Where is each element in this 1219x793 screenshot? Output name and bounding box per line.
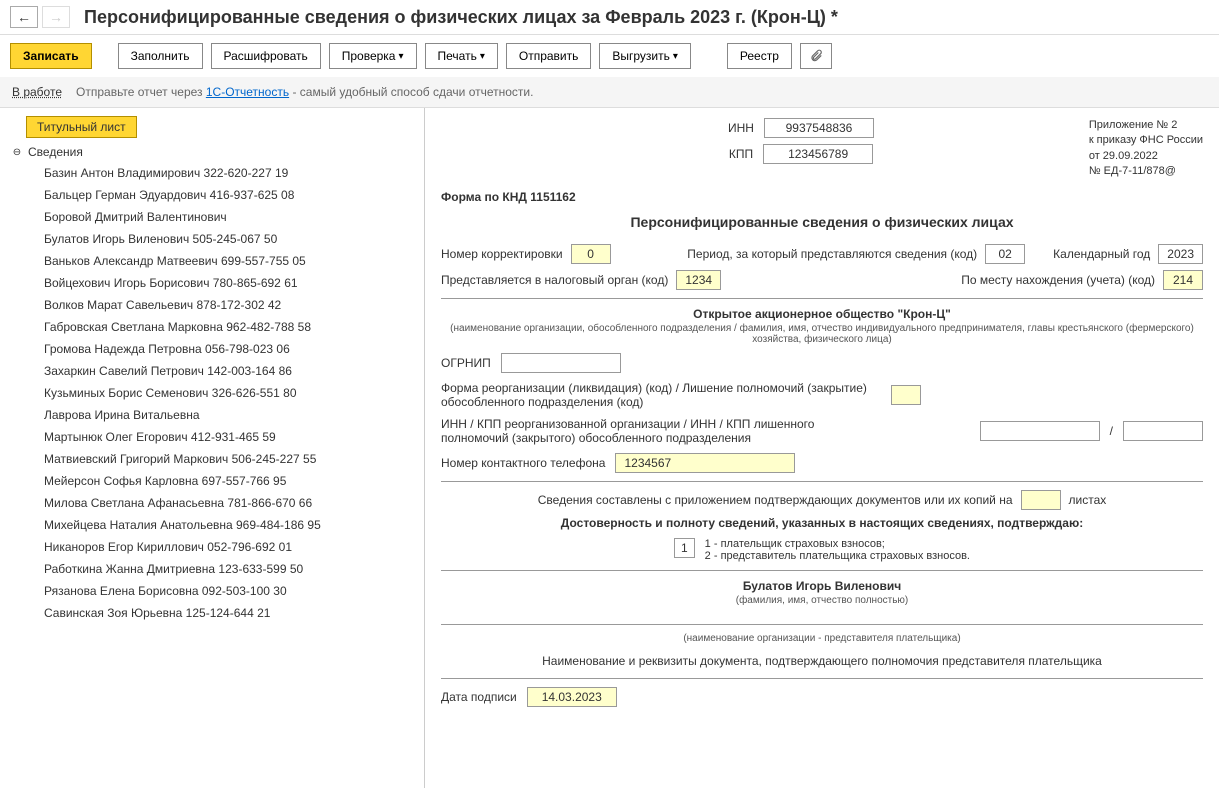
- list-item[interactable]: Милова Светлана Афанасьевна 781-866-670 …: [4, 492, 420, 514]
- send-button[interactable]: Отправить: [506, 43, 592, 69]
- list-item[interactable]: Мейерсон Софья Карловна 697-557-766 95: [4, 470, 420, 492]
- tab-title-sheet[interactable]: Титульный лист: [26, 116, 137, 138]
- reorg-field[interactable]: [891, 385, 921, 405]
- list-item[interactable]: Рязанова Елена Борисовна 092-503-100 30: [4, 580, 420, 602]
- list-item[interactable]: Ваньков Александр Матвеевич 699-557-755 …: [4, 250, 420, 272]
- form-area: ИНН 9937548836 КПП 123456789 Форма по КН…: [425, 108, 1219, 788]
- reorg-label: Форма реорганизации (ликвидация) (код) /…: [441, 381, 881, 409]
- list-item[interactable]: Матвиевский Григорий Маркович 506-245-22…: [4, 448, 420, 470]
- registry-button[interactable]: Реестр: [727, 43, 792, 69]
- tree-node-data[interactable]: ⊖ Сведения: [4, 142, 420, 162]
- confirm-title: Достоверность и полноту сведений, указан…: [441, 516, 1203, 530]
- sidebar: Титульный лист ⊖ Сведения Базин Антон Вл…: [0, 108, 425, 788]
- appendix-l2: к приказу ФНС России: [1089, 133, 1203, 148]
- sign-date-label: Дата подписи: [441, 690, 517, 704]
- period-field[interactable]: 02: [985, 244, 1025, 264]
- period-label: Период, за который представляются сведен…: [687, 247, 977, 261]
- confirm-num-field[interactable]: 1: [674, 538, 695, 558]
- org-name: Открытое акционерное общество "Крон-Ц": [441, 307, 1203, 321]
- appendix-l3: от 29.09.2022: [1089, 149, 1203, 164]
- paperclip-icon: [809, 49, 823, 63]
- appendix-info: Приложение № 2 к приказу ФНС России от 2…: [1089, 118, 1203, 180]
- decrypt-button[interactable]: Расшифровать: [211, 43, 321, 69]
- list-item[interactable]: Громова Надежда Петровна 056-798-023 06: [4, 338, 420, 360]
- confirm-opt2: 2 - представитель плательщика страховых …: [705, 550, 970, 562]
- org-hint: (наименование организации, обособленного…: [441, 323, 1203, 345]
- status-text-after: - самый удобный способ сдачи отчетности.: [289, 85, 533, 99]
- list-item[interactable]: Лаврова Ирина Витальевна: [4, 404, 420, 426]
- tax-label: Представляется в налоговый орган (код): [441, 273, 668, 287]
- list-item[interactable]: Захаркин Савелий Петрович 142-003-164 86: [4, 360, 420, 382]
- save-button[interactable]: Записать: [10, 43, 92, 69]
- attach-button[interactable]: [800, 43, 832, 69]
- sheets-field[interactable]: [1021, 490, 1061, 510]
- tax-field[interactable]: 1234: [676, 270, 721, 290]
- list-item[interactable]: Булатов Игорь Виленович 505-245-067 50: [4, 228, 420, 250]
- rep-hint: (наименование организации - представител…: [441, 633, 1203, 644]
- confirm-options: 1 - плательщик страховых взносов; 2 - пр…: [705, 538, 970, 562]
- list-item[interactable]: Бальцер Герман Эдуардович 416-937-625 08: [4, 184, 420, 206]
- list-item[interactable]: Михейцева Наталия Анатольевна 969-484-18…: [4, 514, 420, 536]
- kpp-label: КПП: [729, 147, 753, 161]
- tree-label-data: Сведения: [28, 145, 83, 159]
- doc-title: Персонифицированные сведения о физически…: [441, 214, 1203, 230]
- slash: /: [1110, 424, 1113, 438]
- year-field[interactable]: 2023: [1158, 244, 1203, 264]
- nav-forward-button: →: [42, 6, 70, 28]
- location-field[interactable]: 214: [1163, 270, 1203, 290]
- year-label: Календарный год: [1053, 247, 1150, 261]
- ogrnip-field[interactable]: [501, 353, 621, 373]
- list-item[interactable]: Савинская Зоя Юрьевна 125-124-644 21: [4, 602, 420, 624]
- confirm-opt1: 1 - плательщик страховых взносов;: [705, 538, 970, 550]
- inn-reorg-field[interactable]: [980, 421, 1100, 441]
- correction-field[interactable]: 0: [571, 244, 611, 264]
- location-label: По месту нахождения (учета) (код): [961, 273, 1155, 287]
- appendix-l4: № ЕД-7-11/878@: [1089, 164, 1203, 179]
- correction-label: Номер корректировки: [441, 247, 563, 261]
- page-title: Персонифицированные сведения о физически…: [84, 7, 838, 28]
- check-button[interactable]: Проверка: [329, 43, 417, 69]
- inn-kpp-reorg-label: ИНН / КПП реорганизованной организации /…: [441, 417, 881, 445]
- kpp-field[interactable]: 123456789: [763, 144, 873, 164]
- phone-field[interactable]: 1234567: [615, 453, 795, 473]
- list-item[interactable]: Войцехович Игорь Борисович 780-865-692 6…: [4, 272, 420, 294]
- sheets-after: листах: [1069, 493, 1107, 507]
- inn-label: ИНН: [728, 121, 754, 135]
- status-in-work[interactable]: В работе: [12, 85, 62, 99]
- status-hint: Отправьте отчет через 1С-Отчетность - са…: [76, 85, 533, 99]
- list-item[interactable]: Габровская Светлана Марковна 962-482-788…: [4, 316, 420, 338]
- signer-name: Булатов Игорь Виленович: [441, 579, 1203, 593]
- unload-button[interactable]: Выгрузить: [599, 43, 691, 69]
- signer-hint: (фамилия, имя, отчество полностью): [441, 595, 1203, 606]
- phone-label: Номер контактного телефона: [441, 456, 605, 470]
- ogrnip-label: ОГРНИП: [441, 356, 491, 370]
- kpp-reorg-field[interactable]: [1123, 421, 1203, 441]
- status-text-before: Отправьте отчет через: [76, 85, 206, 99]
- fill-button[interactable]: Заполнить: [118, 43, 203, 69]
- tree-collapse-icon[interactable]: ⊖: [10, 147, 24, 158]
- nav-back-button[interactable]: ←: [10, 6, 38, 28]
- list-item[interactable]: Никаноров Егор Кириллович 052-796-692 01: [4, 536, 420, 558]
- form-code: Форма по КНД 1151162: [441, 190, 1089, 204]
- list-item[interactable]: Работкина Жанна Дмитриевна 123-633-599 5…: [4, 558, 420, 580]
- sign-date-field[interactable]: 14.03.2023: [527, 687, 617, 707]
- list-item[interactable]: Кузьминых Борис Семенович 326-626-551 80: [4, 382, 420, 404]
- sheets-before: Сведения составлены с приложением подтве…: [538, 493, 1013, 507]
- print-button[interactable]: Печать: [425, 43, 498, 69]
- status-1c-link[interactable]: 1С-Отчетность: [206, 85, 289, 99]
- doc-req: Наименование и реквизиты документа, подт…: [441, 654, 1203, 668]
- list-item[interactable]: Волков Марат Савельевич 878-172-302 42: [4, 294, 420, 316]
- inn-field[interactable]: 9937548836: [764, 118, 874, 138]
- list-item[interactable]: Мартынюк Олег Егорович 412-931-465 59: [4, 426, 420, 448]
- list-item[interactable]: Базин Антон Владимирович 322-620-227 19: [4, 162, 420, 184]
- list-item[interactable]: Боровой Дмитрий Валентинович: [4, 206, 420, 228]
- appendix-l1: Приложение № 2: [1089, 118, 1203, 133]
